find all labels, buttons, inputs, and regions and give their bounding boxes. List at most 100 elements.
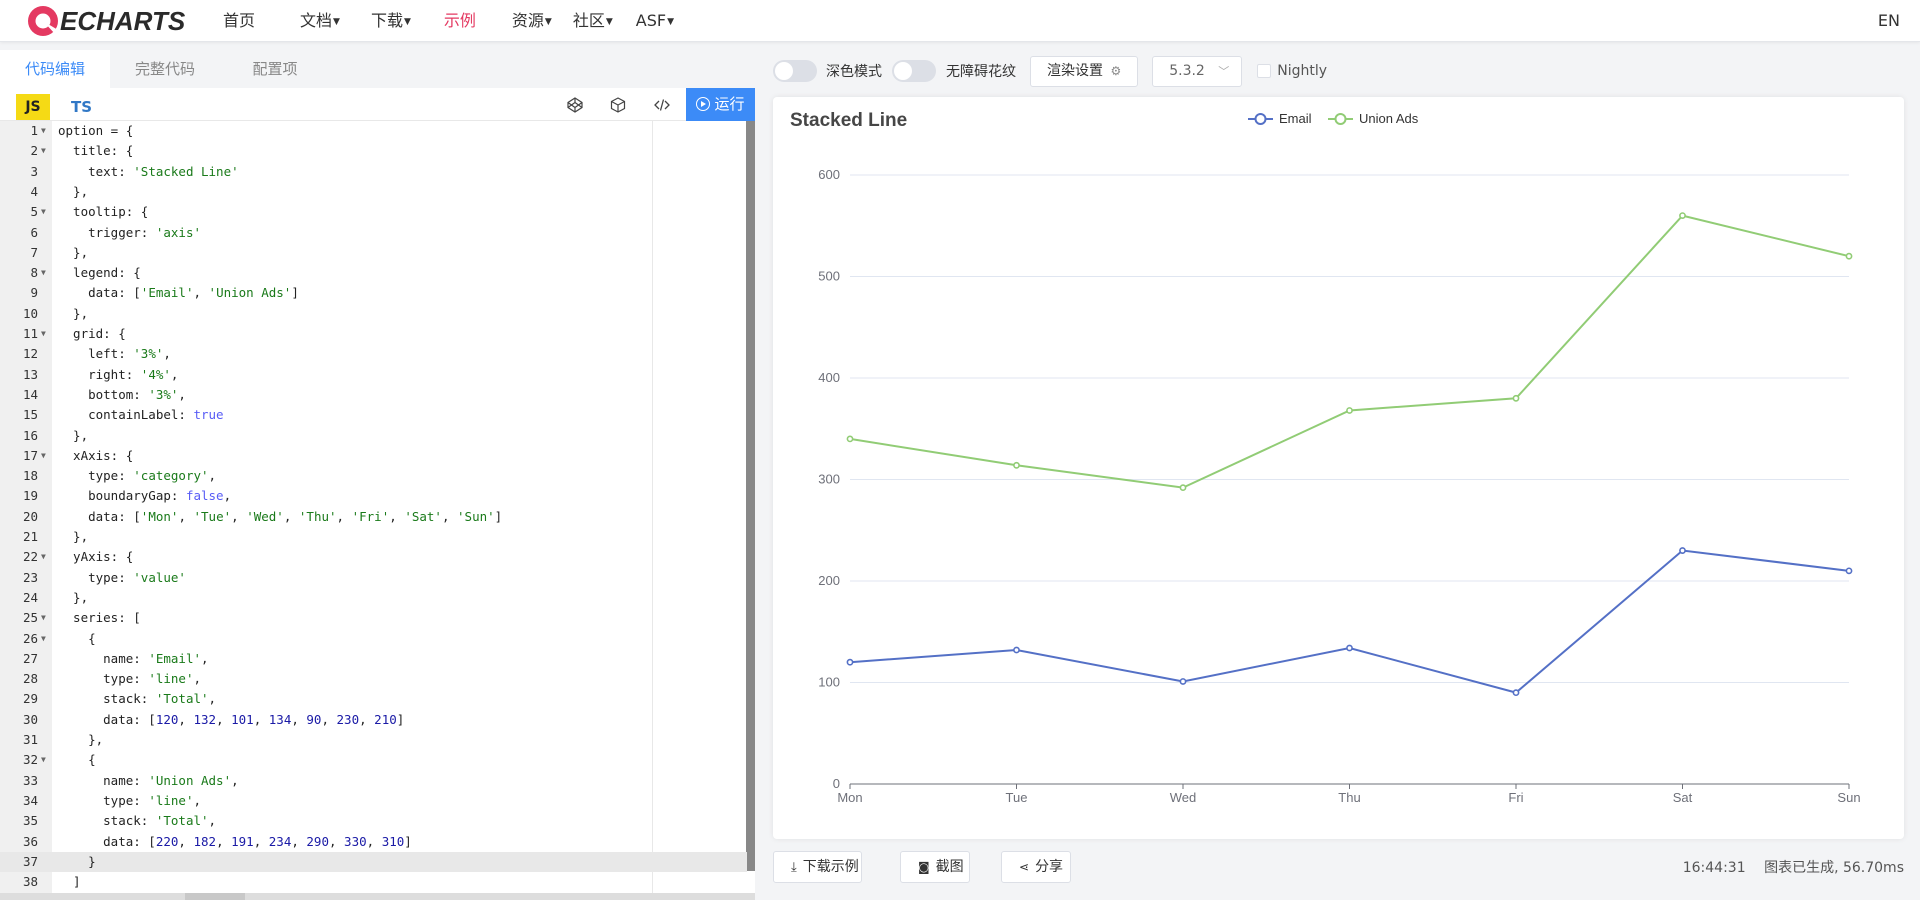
code-line[interactable]: 21 },: [0, 527, 747, 547]
data-point[interactable]: [1013, 461, 1020, 469]
series-line[interactable]: [849, 549, 1850, 694]
screenshot-button[interactable]: ◙ 截图: [900, 851, 970, 883]
data-point[interactable]: [1679, 212, 1686, 219]
code-line[interactable]: 15 containLabel: true: [0, 405, 747, 425]
code-line[interactable]: 12 left: '3%',: [0, 344, 747, 364]
code-line[interactable]: 30 data: [120, 132, 101, 134, 90, 230, 2…: [0, 710, 747, 730]
fold-arrow-icon[interactable]: ▼: [41, 202, 46, 222]
code-line[interactable]: 8 ▼ legend: {: [0, 263, 747, 283]
code-line[interactable]: 17 ▼ xAxis: {: [0, 446, 747, 466]
code-line[interactable]: 38 ]: [0, 872, 747, 892]
legend-marker-icon[interactable]: [1334, 113, 1347, 125]
data-point[interactable]: [1512, 689, 1520, 697]
data-point[interactable]: [1679, 547, 1686, 554]
render-settings-button[interactable]: 渲染设置 ⚙: [1030, 55, 1139, 87]
line-chart[interactable]: Stacked Line 0 100 200 300 400 500 600 Mon Tue Wed…: [773, 97, 1904, 839]
code-line[interactable]: 9 data: ['Email', 'Union Ads']: [0, 283, 747, 303]
run-button[interactable]: 运行: [686, 88, 755, 121]
legend-label[interactable]: Union Ads: [1359, 111, 1419, 126]
code-line[interactable]: 18 type: 'category',: [0, 466, 747, 486]
fold-arrow-icon[interactable]: ▼: [41, 263, 46, 283]
fold-arrow-icon[interactable]: ▼: [41, 547, 46, 567]
code-line[interactable]: 5 ▼ tooltip: {: [0, 202, 747, 222]
code-line[interactable]: 13 right: '4%',: [0, 365, 747, 385]
code-editor[interactable]: 1 ▼ option = {2 ▼ title: {3 text: 'Stacked …: [0, 121, 755, 900]
code-line[interactable]: 2 ▼ title: {: [0, 141, 747, 161]
lang-js-button[interactable]: JS: [16, 94, 50, 120]
code-line[interactable]: 28 type: 'line',: [0, 669, 747, 689]
fold-arrow-icon[interactable]: ▼: [41, 750, 46, 770]
code-line[interactable]: 34 type: 'line',: [0, 791, 747, 811]
chart-container[interactable]: Stacked Line 0 100 200 300 400 500 600 Mon Tue Wed…: [773, 97, 1904, 839]
data-point[interactable]: [846, 658, 854, 666]
version-select[interactable]: 5.3.2 ﹀: [1152, 55, 1243, 87]
data-point[interactable]: [1512, 394, 1520, 402]
horizontal-scrollbar[interactable]: [0, 893, 755, 900]
code-icon[interactable]: [653, 97, 671, 115]
fold-arrow-icon[interactable]: ▼: [41, 141, 46, 161]
nav-item[interactable]: 资源▼: [512, 0, 552, 42]
code-line[interactable]: 25 ▼ series: [: [0, 608, 747, 628]
code-line[interactable]: 20 data: ['Mon', 'Tue', 'Wed', 'Thu', 'F…: [0, 507, 747, 527]
code-line[interactable]: 19 boundaryGap: false,: [0, 486, 747, 506]
language-switch[interactable]: EN: [1878, 0, 1900, 42]
code-line[interactable]: 32 ▼ {: [0, 750, 747, 770]
dark-mode-toggle[interactable]: [773, 60, 817, 82]
data-point[interactable]: [846, 435, 854, 443]
nav-item[interactable]: 下载▼: [371, 0, 411, 42]
data-point[interactable]: [1346, 407, 1353, 414]
nav-item[interactable]: 社区▼: [573, 0, 613, 42]
editor-scrollbar[interactable]: [746, 121, 755, 871]
code-line[interactable]: 31 },: [0, 730, 747, 750]
data-point[interactable]: [1845, 252, 1853, 260]
code-line[interactable]: 33 name: 'Union Ads',: [0, 771, 747, 791]
data-point[interactable]: [1179, 678, 1187, 685]
codesandbox-icon[interactable]: [609, 97, 627, 115]
code-line[interactable]: 27 name: 'Email',: [0, 649, 747, 669]
data-point[interactable]: [1845, 567, 1853, 575]
series-line[interactable]: [849, 214, 1850, 489]
code-line[interactable]: 24 },: [0, 588, 747, 608]
fold-arrow-icon[interactable]: ▼: [41, 121, 46, 141]
nightly-checkbox[interactable]: [1257, 64, 1272, 78]
code-line[interactable]: 16 },: [0, 426, 747, 446]
code-line[interactable]: 10 },: [0, 304, 747, 324]
code-line[interactable]: 7 },: [0, 243, 747, 263]
code-line[interactable]: 4 },: [0, 182, 747, 202]
codepen-icon[interactable]: [566, 97, 584, 115]
lang-ts-button[interactable]: TS: [71, 94, 92, 120]
editor-tab[interactable]: 配置项: [220, 50, 330, 88]
nav-item[interactable]: 文档▼: [300, 0, 340, 42]
data-point[interactable]: [1013, 646, 1020, 654]
editor-tab[interactable]: 完整代码: [110, 50, 220, 88]
code-line[interactable]: 29 stack: 'Total',: [0, 689, 747, 709]
share-button[interactable]: ⋖ 分享: [1001, 851, 1071, 883]
fold-arrow-icon[interactable]: ▼: [41, 629, 46, 649]
code-line[interactable]: 6 trigger: 'axis': [0, 223, 747, 243]
data-point[interactable]: [1179, 484, 1187, 492]
editor-tab[interactable]: 代码编辑: [0, 50, 110, 88]
code-line[interactable]: 3 text: 'Stacked Line': [0, 162, 747, 182]
code-line[interactable]: 37 }: [0, 851, 747, 872]
nav-item[interactable]: 示例: [444, 0, 476, 42]
nav-item[interactable]: 首页: [223, 0, 255, 42]
code-line[interactable]: 35 stack: 'Total',: [0, 811, 747, 831]
code-line[interactable]: 14 bottom: '3%',: [0, 385, 747, 405]
legend-marker-icon[interactable]: [1254, 113, 1267, 125]
code-line[interactable]: 1 ▼ option = {: [0, 121, 747, 141]
echarts-logo[interactable]: ECHARTS: [26, 4, 185, 38]
legend-label[interactable]: Email: [1279, 111, 1312, 126]
code-line[interactable]: 36 data: [220, 182, 191, 234, 290, 330, …: [0, 832, 747, 852]
aria-toggle[interactable]: [892, 60, 936, 82]
code-line[interactable]: 26 ▼ {: [0, 629, 747, 649]
horizontal-scrollbar-thumb[interactable]: [185, 893, 245, 900]
nav-item[interactable]: ASF▼: [636, 0, 674, 42]
code-line[interactable]: 23 type: 'value': [0, 568, 747, 588]
download-example-button[interactable]: ⤓ 下载示例: [773, 851, 862, 883]
data-point[interactable]: [1346, 644, 1353, 652]
fold-arrow-icon[interactable]: ▼: [41, 324, 46, 344]
fold-arrow-icon[interactable]: ▼: [41, 446, 46, 466]
code-line[interactable]: 22 ▼ yAxis: {: [0, 547, 747, 567]
code-line[interactable]: 11 ▼ grid: {: [0, 324, 747, 344]
fold-arrow-icon[interactable]: ▼: [41, 608, 46, 628]
